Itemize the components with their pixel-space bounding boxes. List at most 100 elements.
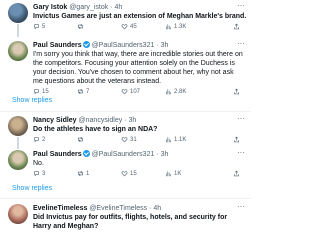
share-icon — [234, 170, 239, 177]
tweet-1[interactable]: Gary Istok @gary_istok · 4h ··· Invictus… — [0, 0, 251, 38]
author-name[interactable]: Nancy Sidley — [33, 117, 77, 124]
like-count: 45 — [130, 23, 137, 30]
avatar[interactable] — [8, 204, 28, 224]
views-count: 1.3K — [174, 23, 187, 30]
retweet-button[interactable]: 7 — [77, 88, 89, 95]
reply-icon — [34, 137, 39, 143]
more-options-button[interactable]: ··· — [237, 202, 245, 211]
author-name[interactable]: Gary Istok — [33, 4, 67, 11]
retweet-icon — [78, 23, 83, 30]
like-icon — [121, 137, 128, 143]
avatar[interactable] — [8, 3, 28, 23]
author-handle[interactable]: @nancysidley — [79, 117, 123, 124]
retweet-button[interactable] — [77, 23, 86, 30]
like-button[interactable]: 45 — [121, 23, 137, 30]
reply-count: 5 — [42, 23, 46, 30]
more-options-button[interactable]: ··· — [237, 1, 245, 10]
like-count: 107 — [130, 88, 141, 95]
more-options-button[interactable]: ··· — [237, 148, 245, 157]
tweet-header: Paul Saunders @PaulSaunders321 · 3h — [33, 150, 168, 159]
retweet-button[interactable] — [77, 136, 86, 143]
views-icon — [166, 24, 171, 30]
tweet-time[interactable]: · 4h — [149, 205, 161, 212]
like-icon — [121, 89, 128, 95]
verified-badge-icon — [82, 41, 90, 48]
retweet-count: 1 — [86, 170, 90, 177]
share-button[interactable] — [233, 136, 240, 143]
like-button[interactable]: 107 — [121, 88, 140, 95]
thread-line — [17, 137, 19, 149]
share-button[interactable] — [233, 88, 240, 95]
tweet-3[interactable]: Nancy Sidley @nancysidley · 3h ··· Do th… — [0, 112, 251, 144]
tweet-header: Paul Saunders @PaulSaunders321 · 3h — [33, 41, 168, 50]
avatar[interactable] — [8, 41, 28, 61]
share-icon — [234, 23, 239, 30]
tweet-header: EvelineTimeless @EvelineTimeless · 4h — [33, 204, 161, 213]
author-name[interactable]: EvelineTimeless — [33, 205, 87, 212]
views-button[interactable]: 1K — [165, 170, 181, 177]
tweet-time[interactable]: · 3h — [156, 42, 168, 49]
tweet-time[interactable]: · 3h — [156, 151, 168, 158]
show-replies-link[interactable]: Show replies — [12, 97, 52, 104]
tweet-4[interactable]: Paul Saunders @PaulSaunders321 · 3h ··· … — [0, 148, 251, 179]
more-options-button[interactable]: ··· — [237, 39, 245, 48]
avatar[interactable] — [8, 116, 28, 136]
author-handle[interactable]: @PaulSaunders321 — [92, 42, 155, 49]
views-button[interactable]: 2.8K — [165, 88, 186, 95]
views-count: 1K — [174, 170, 182, 177]
reply-icon — [34, 24, 39, 30]
like-icon — [121, 171, 128, 177]
reply-button[interactable]: 2 — [33, 136, 45, 143]
reply-button[interactable]: 15 — [33, 88, 49, 95]
tweet-text: Did Invictus pay for outfits, flights, h… — [33, 214, 228, 230]
like-button[interactable]: 15 — [121, 170, 137, 177]
author-name[interactable]: Paul Saunders — [33, 42, 82, 49]
tweet-text: Invictus Games are just an extension of … — [33, 13, 247, 20]
views-count: 2.8K — [174, 88, 187, 95]
like-button[interactable]: 31 — [121, 136, 137, 143]
reply-count: 3 — [42, 170, 46, 177]
author-handle[interactable]: @EvelineTimeless — [89, 205, 147, 212]
tweet-header: Nancy Sidley @nancysidley · 3h — [33, 116, 136, 125]
tweet-actions: 2 31 1.1K — [33, 136, 247, 145]
views-button[interactable]: 1.1K — [165, 136, 186, 143]
share-button[interactable] — [233, 170, 240, 177]
tweet-header: Gary Istok @gary_istok · 4h — [33, 3, 122, 12]
retweet-icon — [78, 170, 83, 177]
tweet-actions: 3 1 15 1K — [33, 170, 247, 179]
author-handle[interactable]: @gary_istok — [69, 4, 108, 11]
like-count: 15 — [130, 170, 137, 177]
reply-button[interactable]: 5 — [33, 23, 45, 30]
tweet-actions: 5 45 1.3K — [33, 23, 247, 32]
share-icon — [234, 88, 239, 95]
retweet-icon — [78, 88, 83, 95]
tweet-time[interactable]: · 4h — [110, 4, 122, 11]
retweet-icon — [78, 136, 83, 143]
like-count: 31 — [130, 136, 137, 143]
author-handle[interactable]: @PaulSaunders321 — [92, 151, 155, 158]
reply-count: 2 — [42, 136, 46, 143]
more-options-button[interactable]: ··· — [237, 114, 245, 123]
share-icon — [234, 136, 239, 143]
retweet-button[interactable]: 1 — [77, 170, 89, 177]
avatar[interactable] — [8, 150, 28, 170]
views-icon — [166, 137, 171, 143]
views-button[interactable]: 1.3K — [165, 23, 186, 30]
views-icon — [166, 171, 171, 177]
reply-count: 15 — [42, 88, 49, 95]
tweet-5[interactable]: EvelineTimeless @EvelineTimeless · 4h ··… — [0, 199, 251, 240]
tweet-text: Do the athletes have to sign an NDA? — [33, 126, 158, 133]
author-name[interactable]: Paul Saunders — [33, 151, 82, 158]
tweet-time[interactable]: · 3h — [124, 117, 136, 124]
tweet-text: I'm sorry you think that way, there are … — [33, 51, 243, 85]
views-icon — [166, 89, 171, 95]
reply-button[interactable]: 3 — [33, 170, 45, 177]
share-button[interactable] — [233, 23, 240, 30]
retweet-count: 7 — [86, 88, 90, 95]
show-replies-link[interactable]: Show replies — [12, 185, 52, 192]
like-icon — [121, 24, 128, 30]
tweet-text: No. — [33, 160, 44, 167]
thread-line — [17, 24, 19, 37]
tweet-actions: 15 7 107 2.8K — [33, 88, 247, 97]
reply-icon — [34, 171, 39, 177]
